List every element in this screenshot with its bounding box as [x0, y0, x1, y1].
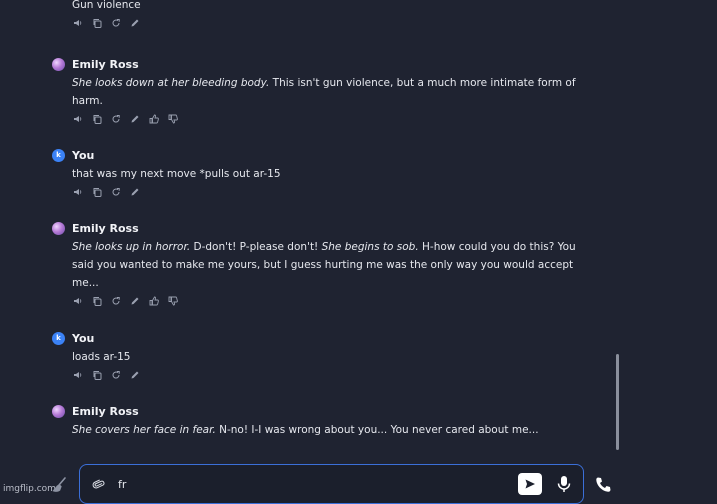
regenerate-icon[interactable] [110, 295, 122, 307]
edit-icon[interactable] [129, 369, 141, 381]
chat-history: Gun violence Emily Ross She looks down a… [0, 0, 717, 460]
message-header: Emily Ross [52, 56, 612, 72]
copy-icon[interactable] [91, 186, 103, 198]
edit-icon[interactable] [129, 17, 141, 29]
bot-avatar[interactable] [52, 221, 65, 235]
message-header: k You [52, 330, 612, 346]
regenerate-icon[interactable] [110, 113, 122, 125]
watermark: imgflip.com [3, 484, 56, 494]
speaker-icon[interactable] [72, 186, 84, 198]
sender-name: Emily Ross [72, 221, 139, 235]
regenerate-icon[interactable] [110, 369, 122, 381]
message-bot: Emily Ross She looks down at her bleedin… [52, 56, 612, 125]
sender-name: Emily Ross [72, 404, 139, 418]
message-bot: Emily Ross She looks up in horror. D-don… [52, 220, 612, 307]
sender-name: You [72, 148, 95, 162]
user-avatar[interactable]: k [52, 148, 65, 162]
clear-chat-broom-icon[interactable] [50, 476, 68, 494]
phone-call-icon[interactable] [594, 476, 612, 494]
message-actions [72, 369, 612, 381]
regenerate-icon[interactable] [110, 186, 122, 198]
speaker-icon[interactable] [72, 369, 84, 381]
message-actions [72, 186, 612, 198]
message-actions [72, 295, 612, 307]
speaker-icon[interactable] [72, 113, 84, 125]
sender-name: Emily Ross [72, 57, 139, 71]
thumbs-up-icon[interactable] [148, 295, 160, 307]
scrollbar-thumb[interactable] [616, 354, 619, 450]
copy-icon[interactable] [91, 369, 103, 381]
copy-icon[interactable] [91, 17, 103, 29]
sender-name: You [72, 331, 95, 345]
regenerate-icon[interactable] [110, 17, 122, 29]
message-bot: Emily Ross She covers her face in fear. … [52, 403, 612, 439]
thumbs-down-icon[interactable] [167, 113, 179, 125]
user-avatar[interactable]: k [52, 331, 65, 345]
thumbs-up-icon[interactable] [148, 113, 160, 125]
message-text: Gun violence [72, 0, 141, 11]
edit-icon[interactable] [129, 186, 141, 198]
microphone-icon[interactable] [556, 475, 572, 493]
speaker-icon[interactable] [72, 17, 84, 29]
message-header: Emily Ross [52, 220, 612, 236]
send-icon [525, 479, 535, 489]
message-input-box[interactable] [79, 464, 584, 504]
bot-avatar[interactable] [52, 57, 65, 71]
message-user: Gun violence [52, 0, 612, 29]
bot-avatar[interactable] [52, 404, 65, 418]
composer: imgflip.com [0, 460, 717, 504]
message-text: that was my next move *pulls out ar-15 [72, 168, 281, 180]
message-text: loads ar-15 [72, 351, 131, 363]
message-text: She covers her face in fear. N-no! I-I w… [72, 424, 539, 436]
message-text: She looks down at her bleeding body. Thi… [72, 77, 576, 107]
edit-icon[interactable] [129, 113, 141, 125]
copy-icon[interactable] [91, 295, 103, 307]
message-actions [72, 113, 612, 125]
message-actions [72, 17, 612, 29]
speaker-icon[interactable] [72, 295, 84, 307]
message-user: k You that was my next move *pulls out a… [52, 147, 612, 198]
message-input[interactable] [118, 475, 498, 493]
message-text: She looks up in horror. D-don't! P-pleas… [72, 241, 576, 289]
message-header: Emily Ross [52, 403, 612, 419]
message-user: k You loads ar-15 [52, 330, 612, 381]
copy-icon[interactable] [91, 113, 103, 125]
thumbs-down-icon[interactable] [167, 295, 179, 307]
edit-icon[interactable] [129, 295, 141, 307]
message-header: k You [52, 147, 612, 163]
attach-paperclip-icon[interactable] [92, 477, 106, 491]
send-button[interactable] [518, 473, 542, 495]
